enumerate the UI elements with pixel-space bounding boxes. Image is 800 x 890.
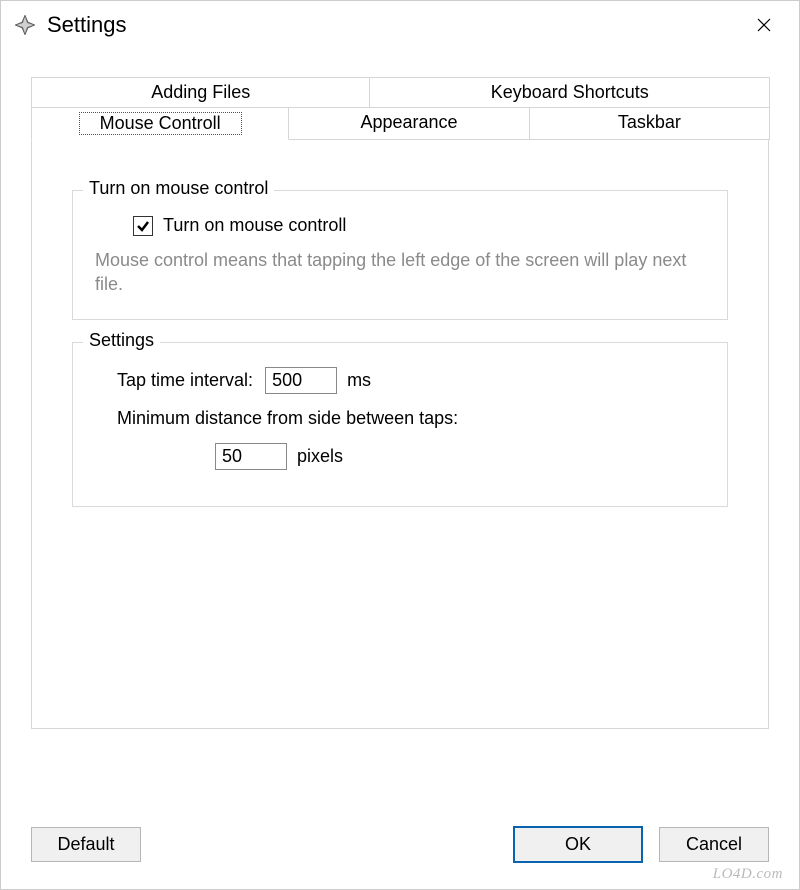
turn-on-mouse-control-checkbox[interactable] (133, 216, 153, 236)
tab-appearance[interactable]: Appearance (288, 107, 529, 140)
tab-label: Appearance (360, 112, 457, 132)
content-area: Adding Files Keyboard Shortcuts Mouse Co… (1, 49, 799, 749)
tab-label: Keyboard Shortcuts (491, 82, 649, 102)
tap-interval-row: Tap time interval: ms (117, 367, 705, 394)
tab-label: Taskbar (618, 112, 681, 132)
button-bar: Default OK Cancel (31, 826, 769, 863)
titlebar: Settings (1, 1, 799, 49)
tap-interval-unit: ms (347, 370, 371, 391)
tab-container: Adding Files Keyboard Shortcuts Mouse Co… (31, 77, 769, 729)
ok-button[interactable]: OK (513, 826, 643, 863)
checkmark-icon (136, 219, 150, 233)
watermark: LO4D.com (713, 866, 783, 883)
min-distance-label-row: Minimum distance from side between taps: (117, 408, 705, 429)
min-distance-value-row: pixels (215, 443, 705, 470)
tab-taskbar[interactable]: Taskbar (529, 107, 770, 140)
min-distance-label: Minimum distance from side between taps: (117, 408, 458, 429)
tab-label: Adding Files (151, 82, 250, 102)
settings-window: Settings Adding Files Keyboard Shortcuts… (0, 0, 800, 890)
checkbox-row: Turn on mouse controll (133, 215, 705, 236)
group-legend: Turn on mouse control (83, 178, 274, 199)
group-legend: Settings (83, 330, 160, 351)
tab-panel: Turn on mouse control Turn on mouse cont… (31, 139, 769, 729)
app-icon (13, 13, 37, 37)
help-text: Mouse control means that tapping the lef… (95, 248, 705, 297)
tab-mouse-controll[interactable]: Mouse Controll (31, 107, 289, 140)
close-button[interactable] (741, 2, 787, 48)
tap-interval-label: Tap time interval: (117, 370, 253, 391)
tab-keyboard-shortcuts[interactable]: Keyboard Shortcuts (369, 77, 770, 107)
default-button[interactable]: Default (31, 827, 141, 862)
tab-row-top: Adding Files Keyboard Shortcuts (31, 77, 769, 107)
tap-interval-input[interactable] (265, 367, 337, 394)
checkbox-label: Turn on mouse controll (163, 215, 346, 236)
tab-adding-files[interactable]: Adding Files (31, 77, 370, 107)
window-title: Settings (47, 12, 741, 38)
group-settings: Settings Tap time interval: ms Minimum d… (72, 342, 728, 507)
tab-label: Mouse Controll (79, 112, 242, 135)
tab-row-bottom: Mouse Controll Appearance Taskbar (31, 107, 769, 140)
close-icon (757, 18, 771, 32)
group-turn-on-mouse-control: Turn on mouse control Turn on mouse cont… (72, 190, 728, 320)
min-distance-unit: pixels (297, 446, 343, 467)
cancel-button[interactable]: Cancel (659, 827, 769, 862)
min-distance-input[interactable] (215, 443, 287, 470)
